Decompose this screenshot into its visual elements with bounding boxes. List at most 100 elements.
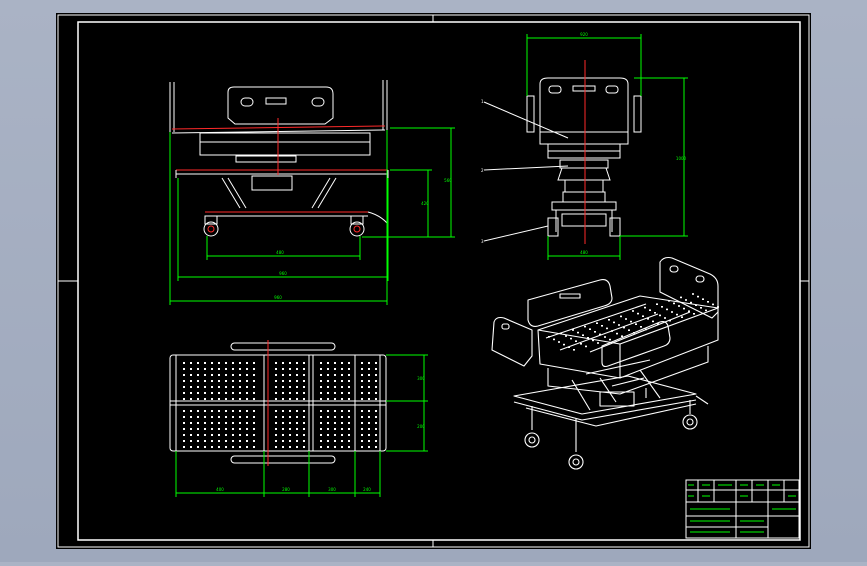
deck-hole: [197, 434, 199, 436]
dim-plan-h2: 200: [417, 424, 425, 429]
deck-hole: [232, 446, 234, 448]
deck-hole: [303, 374, 305, 376]
deck-hole: [289, 398, 291, 400]
deck-hole: [296, 422, 298, 424]
deck-hole: [327, 416, 329, 418]
deck-hole: [204, 386, 206, 388]
iso-deck-hole: [587, 337, 589, 339]
deck-hole: [225, 422, 227, 424]
deck-hole: [211, 446, 213, 448]
deck-hole: [368, 380, 370, 382]
deck-hole: [239, 416, 241, 418]
deck-hole: [303, 380, 305, 382]
deck-hole: [204, 434, 206, 436]
deck-hole: [204, 362, 206, 364]
deck-hole: [296, 362, 298, 364]
deck-hole: [296, 446, 298, 448]
deck-hole: [275, 386, 277, 388]
deck-hole: [183, 374, 185, 376]
deck-hole: [320, 386, 322, 388]
iso-deck-hole: [673, 302, 675, 305]
deck-hole: [218, 446, 220, 448]
deck-hole: [246, 440, 248, 442]
dim-plan-a: 400: [216, 487, 224, 492]
deck-hole: [296, 374, 298, 376]
iso-deck-hole: [601, 325, 603, 327]
iso-deck-hole: [669, 319, 671, 322]
deck-hole: [232, 398, 234, 400]
dim-plan-d: 240: [363, 487, 371, 492]
iso-deck-hole: [707, 301, 709, 303]
dim-front-height: 420: [421, 201, 429, 206]
deck-hole: [368, 410, 370, 412]
deck-hole: [246, 428, 248, 430]
deck-hole: [239, 434, 241, 436]
deck-hole: [282, 422, 284, 424]
deck-hole: [334, 368, 336, 370]
deck-hole: [246, 380, 248, 382]
deck-hole: [225, 368, 227, 370]
iso-deck-hole: [676, 313, 678, 316]
deck-hole: [348, 374, 350, 376]
iso-deck-hole: [640, 326, 642, 328]
deck-hole: [246, 386, 248, 388]
iso-deck-hole: [625, 318, 627, 320]
deck-hole: [320, 374, 322, 376]
deck-hole: [327, 380, 329, 382]
deck-hole: [183, 392, 185, 394]
deck-hole: [190, 422, 192, 424]
deck-hole: [375, 374, 377, 376]
deck-hole: [253, 374, 255, 376]
deck-hole: [289, 392, 291, 394]
deck-hole: [320, 398, 322, 400]
deck-hole: [211, 428, 213, 430]
deck-hole: [375, 446, 377, 448]
deck-hole: [334, 428, 336, 430]
deck-hole: [348, 380, 350, 382]
deck-hole: [320, 368, 322, 370]
deck-hole: [232, 416, 234, 418]
deck-hole: [303, 440, 305, 442]
deck-hole: [204, 416, 206, 418]
deck-hole: [348, 440, 350, 442]
deck-hole: [296, 434, 298, 436]
deck-hole: [282, 398, 284, 400]
deck-hole: [225, 410, 227, 412]
deck-hole: [327, 398, 329, 400]
dim-plan-b: 280: [282, 487, 290, 492]
deck-hole: [361, 416, 363, 418]
iso-deck-hole: [553, 338, 555, 341]
iso-deck-hole: [630, 320, 632, 323]
deck-hole: [253, 380, 255, 382]
dim-side-width: 920: [580, 32, 588, 37]
iso-deck-hole: [693, 313, 695, 315]
iso-deck-hole: [575, 340, 577, 342]
deck-hole: [320, 410, 322, 412]
deck-hole: [225, 380, 227, 382]
iso-deck-hole: [628, 329, 630, 331]
iso-deck-hole: [668, 300, 670, 302]
deck-hole: [190, 386, 192, 388]
deck-hole: [218, 428, 220, 430]
deck-hole: [275, 362, 277, 364]
deck-hole: [239, 446, 241, 448]
deck-hole: [239, 386, 241, 388]
deck-hole: [246, 398, 248, 400]
deck-hole: [375, 416, 377, 418]
iso-deck-hole: [712, 303, 714, 306]
iso-deck-hole: [620, 315, 622, 318]
deck-hole: [289, 416, 291, 418]
deck-hole: [275, 410, 277, 412]
deck-hole: [361, 380, 363, 382]
deck-hole: [211, 386, 213, 388]
iso-deck-hole: [632, 310, 634, 312]
iso-deck-hole: [606, 327, 608, 330]
deck-hole: [204, 398, 206, 400]
deck-hole: [197, 362, 199, 364]
deck-hole: [232, 386, 234, 388]
deck-hole: [218, 434, 220, 436]
deck-hole: [183, 434, 185, 436]
deck-hole: [341, 446, 343, 448]
deck-hole: [289, 422, 291, 424]
deck-hole: [197, 380, 199, 382]
